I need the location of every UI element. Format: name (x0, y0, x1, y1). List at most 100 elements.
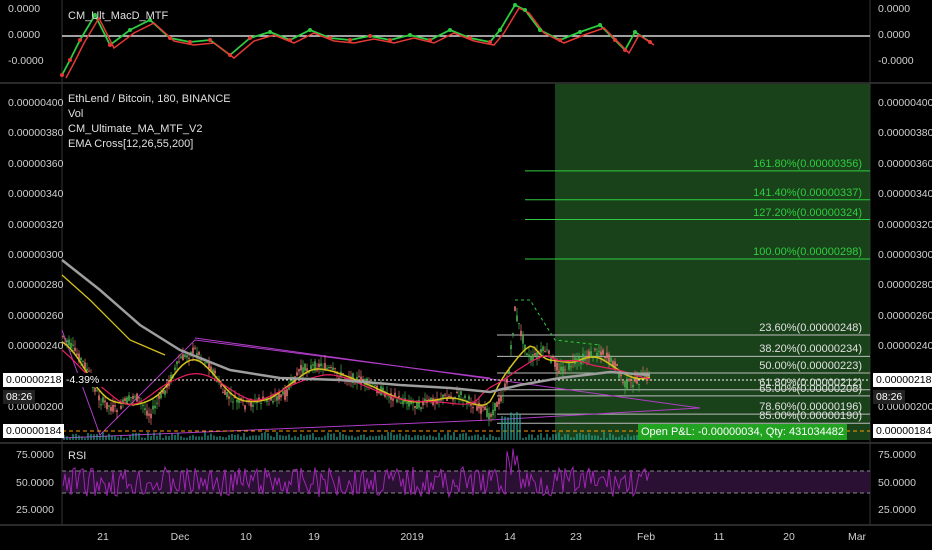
volume-bar (573, 437, 575, 440)
volume-bar (486, 437, 488, 440)
macd-dot (248, 36, 252, 40)
volume-bar (222, 436, 224, 440)
volume-bar (330, 433, 332, 440)
candle-body (628, 379, 630, 381)
candle-body (296, 372, 298, 376)
candle-body (406, 402, 408, 404)
volume-bar (453, 432, 455, 440)
candle-body (542, 346, 544, 352)
candle-body (600, 351, 602, 356)
volume-bar (339, 432, 341, 440)
fib-label-5: 38.20%(0.00000234) (759, 343, 862, 356)
macd-axis-right-top: 0.0000 (878, 3, 911, 15)
volume-bar (135, 432, 137, 440)
macd-dot (578, 30, 582, 34)
macd-dot (328, 36, 332, 40)
volume-bar (612, 434, 614, 440)
volume-bar (237, 434, 239, 440)
candle-body (204, 362, 206, 364)
rsi-axis-left-25: 25.0000 (16, 504, 54, 516)
volume-bar (624, 437, 626, 440)
candle-body (534, 353, 536, 356)
volume-bar (405, 434, 407, 440)
volume-bar (591, 435, 593, 440)
symbol-title[interactable]: EthLend / Bitcoin, 180, BINANCE (68, 93, 231, 105)
legend-vol[interactable]: Vol (68, 108, 83, 120)
price-axis-left-label: 0.00000280 (8, 279, 64, 292)
macd-dot (498, 28, 502, 32)
candle-body (396, 399, 398, 403)
candle-body (220, 384, 222, 388)
candle-body (232, 401, 234, 403)
volume-bar (105, 435, 107, 440)
volume-bar (627, 434, 629, 440)
fib-label-6: 50.00%(0.00000223) (759, 360, 862, 373)
volume-bar (129, 435, 131, 440)
volume-bar (546, 433, 548, 440)
volume-bar (411, 437, 413, 440)
volume-bar (474, 434, 476, 440)
volume-bar (297, 437, 299, 440)
candle-body (134, 396, 136, 398)
candle-body (472, 407, 474, 409)
candle-body (128, 395, 130, 401)
volume-bar (480, 436, 482, 440)
candle-body (284, 390, 286, 400)
candle-body (120, 405, 122, 409)
candle-body (546, 349, 548, 351)
candle-body (282, 391, 284, 395)
price-axis-right-label: 0.00000360 (878, 157, 932, 170)
volume-bar (114, 435, 116, 440)
candle-body (136, 393, 138, 402)
candle-body (214, 370, 216, 374)
candle-body (310, 365, 312, 369)
macd-title: CM_Ult_MacD_MTF (68, 10, 169, 22)
fib-label-8: 65.00%(0.00000208) (759, 382, 862, 395)
candle-body (74, 347, 76, 352)
volume-bar (540, 433, 542, 440)
legend-ema-cross[interactable]: EMA Cross[12,26,55,200] (68, 138, 193, 150)
candle-body (80, 357, 82, 361)
rsi-axis-right-75: 75.0000 (878, 449, 916, 461)
price-axis-right-label: 0.00000380 (878, 127, 932, 140)
volume-bar (150, 436, 152, 440)
candle-body (570, 366, 572, 368)
volume-bar (273, 437, 275, 440)
candle-body (622, 382, 624, 384)
volume-bar (429, 435, 431, 440)
volume-bar (171, 434, 173, 440)
candle-body (208, 362, 210, 369)
volume-bar (117, 437, 119, 440)
volume-bar (417, 434, 419, 440)
open-position-pnl[interactable]: Open P&L: -0.00000034, Qty: 431034482 (638, 424, 848, 440)
volume-bar (579, 432, 581, 440)
candle-body (164, 390, 166, 395)
volume-bar (168, 436, 170, 440)
volume-bar (408, 435, 410, 440)
volume-bar (234, 434, 236, 440)
volume-bar (378, 435, 380, 440)
volume-bar (615, 437, 617, 440)
candle-body (616, 364, 618, 366)
candle-body (94, 387, 96, 392)
volume-bar (348, 435, 350, 440)
volume-bar (600, 437, 602, 440)
volume-bar (483, 434, 485, 440)
candle-body (192, 347, 194, 354)
candle-body (70, 342, 72, 349)
candle-body (156, 402, 158, 404)
ema-55 (61, 274, 166, 356)
volume-bar (243, 433, 245, 440)
candle-body (278, 393, 280, 400)
candle-body (530, 356, 532, 361)
volume-bar (141, 437, 143, 440)
volume-bar (345, 435, 347, 440)
volume-bar (288, 434, 290, 440)
volume-bar (255, 435, 257, 440)
chart-canvas[interactable] (0, 0, 932, 550)
legend-ma-indicator[interactable]: CM_Ultimate_MA_MTF_V2 (68, 123, 202, 135)
volume-bar (609, 433, 611, 440)
candle-body (280, 394, 282, 398)
volume-bar (291, 437, 293, 440)
candle-body (82, 360, 84, 362)
